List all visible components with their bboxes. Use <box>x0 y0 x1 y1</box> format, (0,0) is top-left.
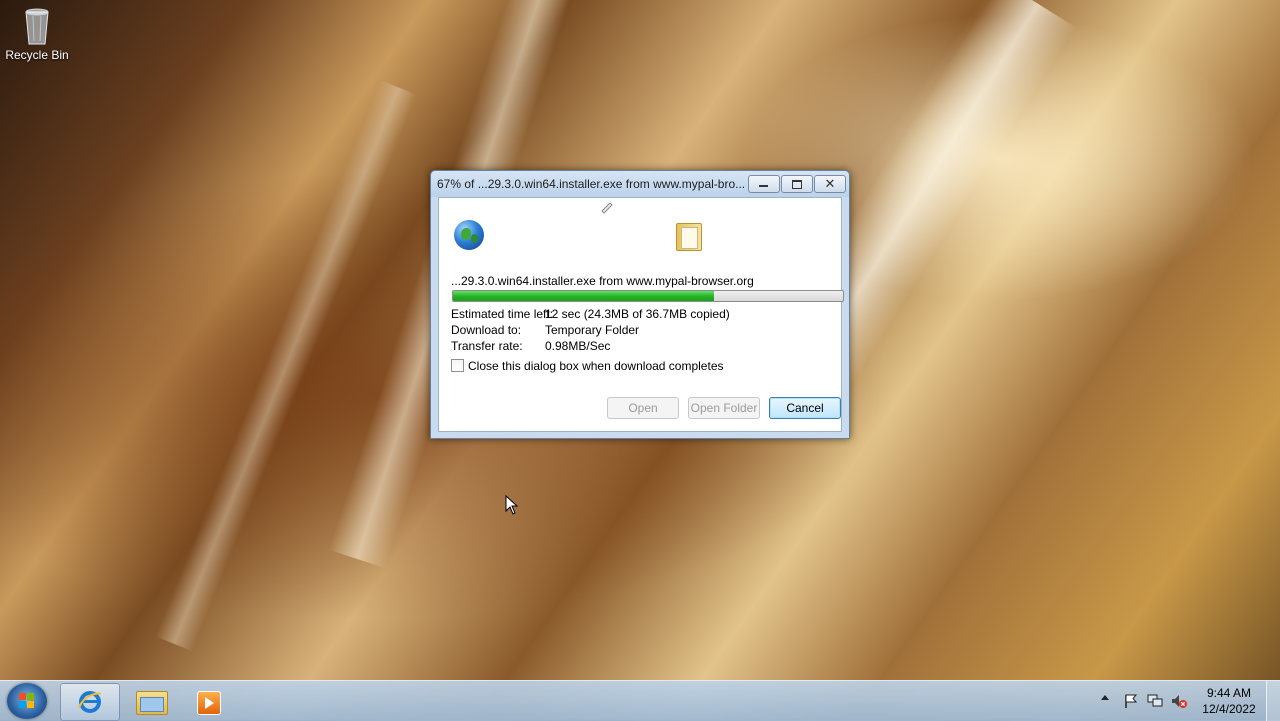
show-hidden-icons-arrow[interactable] <box>1101 695 1109 700</box>
globe-icon <box>454 220 484 250</box>
download-to-label: Download to: <box>451 323 522 337</box>
flying-document-icon <box>601 202 613 214</box>
taskbar-app-windows-explorer[interactable] <box>121 683 179 719</box>
system-clock[interactable]: 9:44 AM 12/4/2022 <box>1196 685 1262 717</box>
clock-time: 9:44 AM <box>1206 686 1252 700</box>
close-button[interactable]: ✕ <box>814 175 846 193</box>
estimated-time-label: Estimated time left: <box>451 307 554 321</box>
close-icon: ✕ <box>824 176 836 191</box>
wallpaper-highlight <box>155 80 418 652</box>
taskbar-app-internet-explorer[interactable] <box>60 683 120 721</box>
media-player-icon <box>197 691 221 715</box>
download-progress-fill <box>453 291 715 301</box>
start-button[interactable] <box>7 683 47 719</box>
download-progress-bar <box>452 290 844 302</box>
download-dialog: 67% of ...29.3.0.win64.installer.exe fro… <box>430 170 850 439</box>
dialog-titlebar[interactable]: 67% of ...29.3.0.win64.installer.exe fro… <box>431 171 849 197</box>
estimated-time-row: Estimated time left:12 sec (24.3MB of 36… <box>451 307 730 321</box>
maximize-button[interactable] <box>781 175 813 193</box>
open-folder-button[interactable]: Open Folder <box>688 397 760 419</box>
windows-logo-icon <box>19 693 35 709</box>
download-to-row: Download to: Temporary Folder <box>451 323 639 337</box>
volume-muted-icon[interactable] <box>1171 693 1187 709</box>
estimated-time-value: 12 sec (24.3MB of 36.7MB copied) <box>545 307 730 321</box>
cancel-button[interactable]: Cancel <box>769 397 841 419</box>
show-desktop-button[interactable] <box>1266 681 1280 721</box>
maximize-icon <box>792 180 802 189</box>
action-center-flag-icon[interactable] <box>1123 693 1139 709</box>
close-when-complete-option[interactable]: Close this dialog box when download comp… <box>451 359 724 373</box>
internet-explorer-icon <box>78 691 102 713</box>
download-filename: ...29.3.0.win64.installer.exe from www.m… <box>451 274 754 288</box>
folder-explorer-icon <box>136 691 168 715</box>
taskbar-app-media-player[interactable] <box>180 683 238 719</box>
transfer-rate-value: 0.98MB/Sec <box>545 339 611 353</box>
transfer-rate-row: Transfer rate: 0.98MB/Sec <box>451 339 610 353</box>
open-button[interactable]: Open <box>607 397 679 419</box>
clock-date: 12/4/2022 <box>1202 702 1256 716</box>
close-when-complete-label: Close this dialog box when download comp… <box>468 359 724 373</box>
download-to-value: Temporary Folder <box>545 323 640 337</box>
recycle-bin-icon <box>22 6 52 46</box>
transfer-rate-label: Transfer rate: <box>451 339 523 353</box>
minimize-button[interactable] <box>748 175 780 193</box>
mouse-cursor-icon <box>505 495 519 515</box>
network-icon[interactable] <box>1147 693 1163 709</box>
dialog-content: ...29.3.0.win64.installer.exe from www.m… <box>438 197 844 432</box>
close-when-complete-checkbox[interactable] <box>451 359 464 372</box>
desktop-icon-recycle-bin[interactable]: Recycle Bin <box>4 6 70 62</box>
minimize-icon <box>759 185 768 187</box>
taskbar: 9:44 AM 12/4/2022 <box>0 680 1280 721</box>
dialog-title: 67% of ...29.3.0.win64.installer.exe fro… <box>437 177 746 191</box>
folder-icon <box>676 223 702 251</box>
recycle-bin-label: Recycle Bin <box>5 48 69 62</box>
